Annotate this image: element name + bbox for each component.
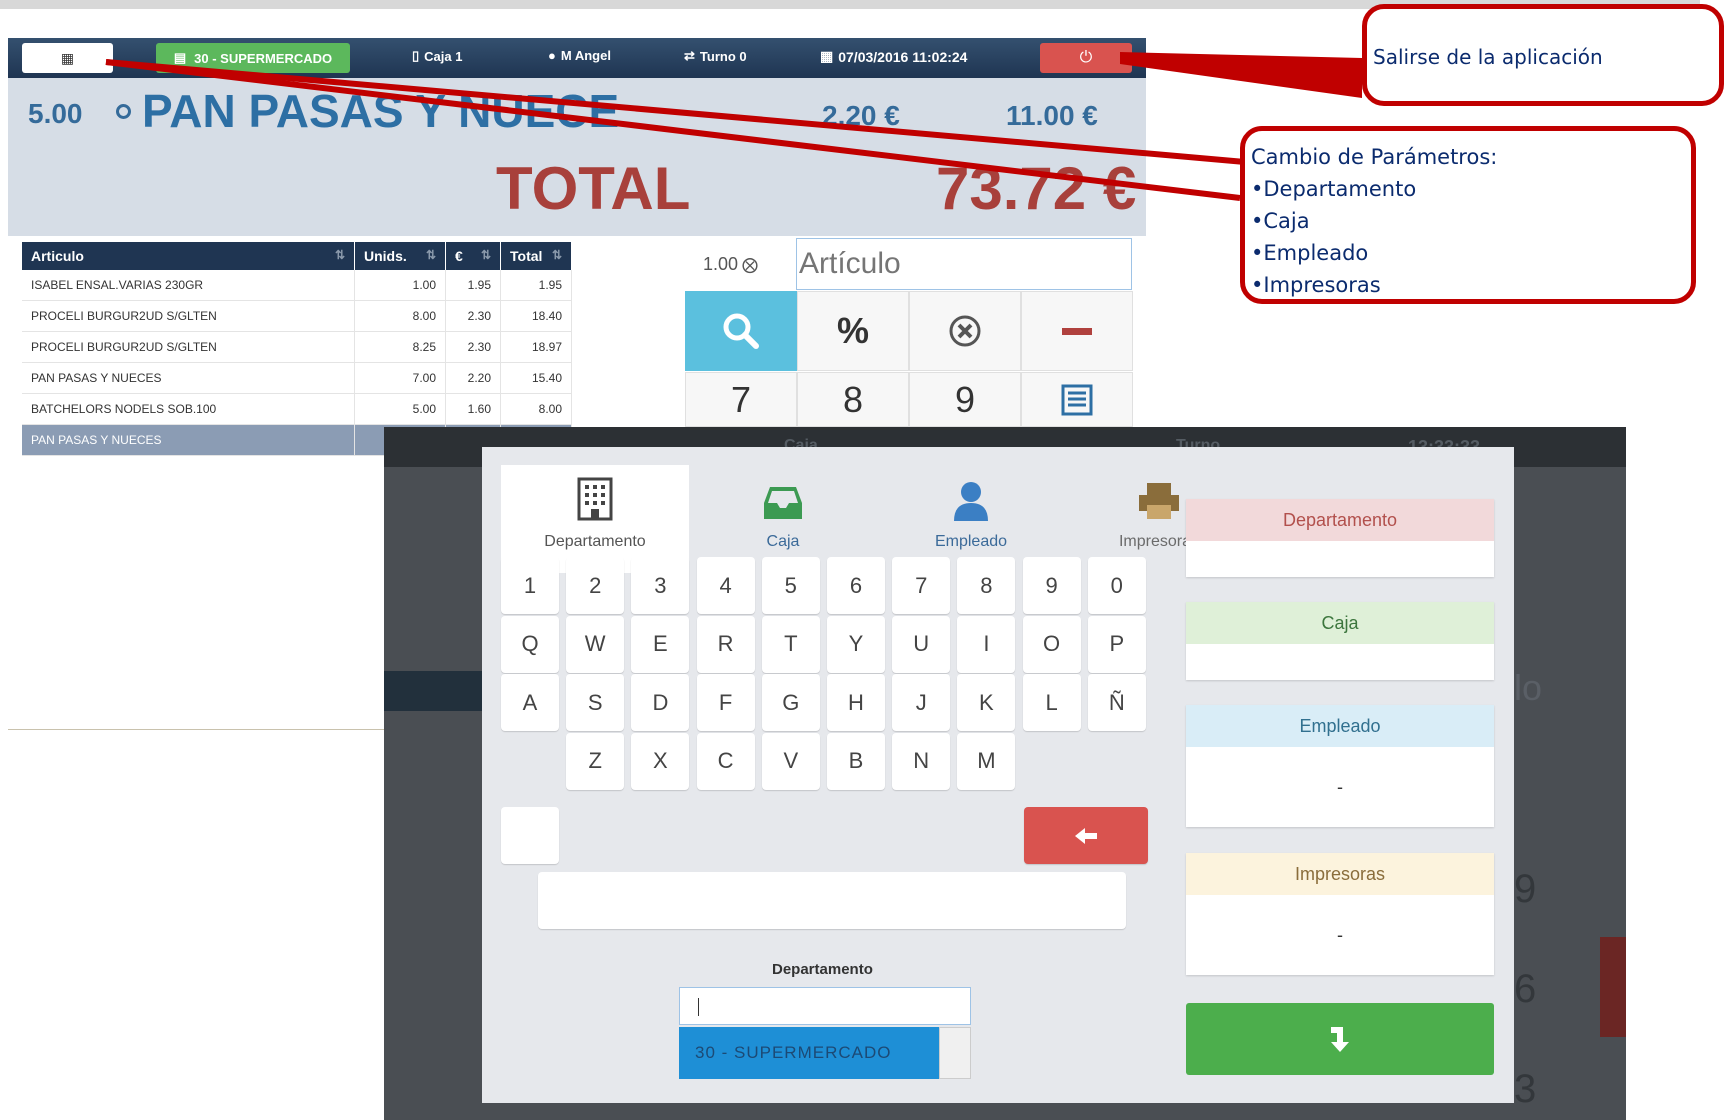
params-callout-item: •Caja <box>1251 209 1310 233</box>
menu-arrow <box>105 59 1246 165</box>
exit-callout-text: Salirse de la aplicación <box>1373 45 1603 69</box>
params-callout-title: Cambio de Parámetros: <box>1251 145 1498 169</box>
params-callout: Cambio de Parámetros: •Departamento •Caj… <box>1240 126 1696 304</box>
params-callout-item: •Empleado <box>1251 241 1369 265</box>
params-callout-item: •Departamento <box>1251 177 1417 201</box>
exit-callout: Salirse de la aplicación <box>1362 4 1724 106</box>
exit-arrow <box>1120 52 1362 98</box>
menu-arrow <box>105 59 1241 201</box>
params-callout-item: •Impresoras <box>1251 273 1381 297</box>
